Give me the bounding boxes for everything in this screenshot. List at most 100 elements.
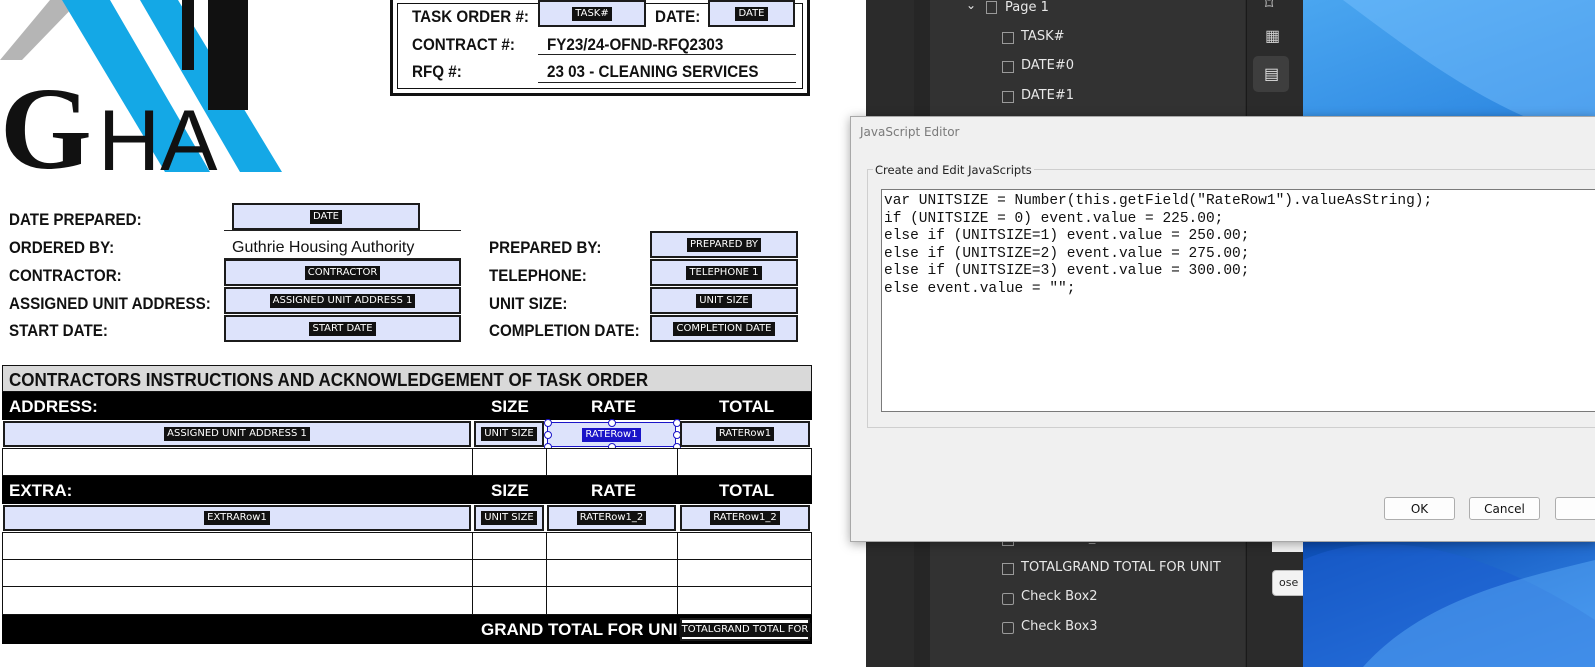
prepared-by-field[interactable]: PREPARED BY — [650, 231, 798, 258]
extra-row1-rate-field[interactable]: RATERow1_2 — [547, 505, 676, 531]
field-name-tag: UNIT SIZE — [481, 427, 537, 441]
tree-item-page-1[interactable]: Page 1 — [1005, 0, 1049, 15]
selection-handle[interactable] — [608, 419, 616, 427]
rfq-underline — [538, 82, 796, 83]
gha-logo: G HA — [0, 0, 282, 180]
rate-header: RATE — [591, 397, 637, 416]
contractor-field[interactable]: CONTRACTOR — [224, 259, 461, 286]
field-name-tag: ASSIGNED UNIT ADDRESS 1 — [164, 427, 310, 441]
telephone-field[interactable]: TELEPHONE 1 — [650, 259, 798, 286]
field-name-tag: PREPARED BY — [686, 237, 762, 252]
field-name-tag: RATERow1_2 — [576, 511, 647, 525]
date-prepared-field[interactable]: DATE — [232, 203, 420, 230]
table-cell — [2, 448, 473, 476]
document-icon: ▤ — [1264, 66, 1280, 83]
unit-size-label: UNIT SIZE: — [489, 295, 568, 313]
tree-item-date1[interactable]: DATE#1 — [1021, 88, 1074, 103]
table-cell — [546, 448, 678, 476]
tree-item-totalgrand[interactable]: TOTALGRAND TOTAL FOR UNIT — [1021, 560, 1221, 575]
extra-total-header: TOTAL — [719, 481, 775, 500]
javascript-editor-dialog: JavaScript Editor Create and Edit JavaSc… — [850, 116, 1595, 542]
row1-address-field[interactable]: ASSIGNED UNIT ADDRESS 1 — [3, 421, 471, 447]
tree-item-task[interactable]: TASK# — [1021, 29, 1065, 44]
tree-item-check-box3[interactable]: Check Box3 — [1021, 619, 1098, 634]
field-name-tag: CONTRACTOR — [304, 265, 381, 280]
table-cell — [677, 532, 812, 560]
table-cell — [546, 559, 678, 587]
selection-handle[interactable] — [544, 419, 552, 427]
date-field[interactable]: DATE — [708, 0, 795, 27]
tree-item-date0[interactable]: DATE#0 — [1021, 58, 1074, 73]
svg-text:G: G — [0, 63, 92, 180]
date-label: DATE: — [655, 8, 701, 26]
start-date-field[interactable]: START DATE — [224, 315, 461, 342]
table-cell — [677, 586, 812, 615]
contract-value: FY23/24-OFND-RFQ2303 — [547, 36, 724, 54]
field-name-tag: TOTALGRAND TOTAL FOR — [678, 622, 812, 637]
unit-size-field[interactable]: UNIT SIZE — [650, 287, 798, 314]
checkbox-icon — [1002, 622, 1014, 634]
javascript-group-label: Create and Edit JavaScripts — [873, 163, 1034, 177]
field-name-tag: RATERow1_2 — [710, 511, 780, 525]
table-cell — [677, 448, 812, 476]
address-header: ADDRESS: — [9, 397, 98, 416]
row1-size-field[interactable]: UNIT SIZE — [474, 421, 544, 447]
extra-size-header: SIZE — [491, 481, 529, 500]
form-canvas: G HA TASK ORDER #: TASK# DATE: DATE CONT… — [0, 0, 866, 667]
field-name-tag: TELEPHONE 1 — [686, 265, 762, 280]
contract-underline — [538, 54, 796, 55]
cancel-button[interactable]: Cancel — [1469, 497, 1540, 520]
edit-button-partial[interactable] — [1555, 497, 1595, 520]
ordered-by-label: ORDERED BY: — [9, 239, 115, 257]
page-icon — [986, 1, 997, 14]
selection-handle[interactable] — [544, 431, 552, 439]
completion-date-field[interactable]: COMPLETION DATE — [650, 315, 798, 342]
assigned-unit-address-field[interactable]: ASSIGNED UNIT ADDRESS 1 — [224, 287, 461, 314]
text-field-icon — [1002, 91, 1014, 103]
table-cell — [546, 586, 678, 615]
table-cell — [472, 448, 547, 476]
table-cell — [472, 559, 547, 587]
behind-close-label: ose — [1279, 576, 1299, 589]
address-header-bar — [2, 392, 812, 420]
rfq-value: 23 03 - CLEANING SERVICES — [547, 63, 759, 81]
extra-header: EXTRA: — [9, 481, 73, 500]
contractor-label: CONTRACTOR: — [9, 267, 122, 285]
completion-date-label: COMPLETION DATE: — [489, 322, 640, 340]
field-name-tag: RATERow1 — [582, 427, 641, 442]
ok-button[interactable]: OK — [1384, 497, 1455, 520]
dialog-title: JavaScript Editor — [860, 125, 960, 139]
rfq-label: RFQ #: — [412, 63, 462, 81]
start-date-label: START DATE: — [9, 322, 108, 340]
grid-icon[interactable]: ▦ — [1265, 26, 1280, 46]
checkbox-icon — [1002, 593, 1014, 605]
field-name-tag: COMPLETION DATE — [673, 321, 775, 336]
field-name-tag: DATE — [309, 209, 342, 224]
field-name-tag: RATERow1 — [715, 427, 775, 441]
field-name-tag: START DATE — [309, 321, 376, 336]
table-cell — [472, 586, 547, 615]
extra-row1-total-field[interactable]: RATERow1_2 — [680, 505, 810, 531]
table-cell — [472, 532, 547, 560]
task-number-field[interactable]: TASK# — [538, 0, 646, 27]
total-header: TOTAL — [719, 397, 775, 416]
grand-total-field[interactable]: TOTALGRAND TOTAL FOR — [678, 618, 812, 641]
javascript-code-editor[interactable]: var UNITSIZE = Number(this.getField("Rat… — [881, 189, 1595, 412]
field-name-tag: DATE — [735, 6, 768, 21]
field-name-tag: EXTRARow1 — [204, 511, 270, 525]
row1-total-field[interactable]: RATERow1 — [680, 421, 810, 447]
extra-row1-address-field[interactable]: EXTRARow1 — [3, 505, 471, 531]
table-cell — [677, 559, 812, 587]
text-field-icon — [1002, 61, 1014, 73]
field-name-tag: UNIT SIZE — [481, 511, 537, 525]
bookmark-icon[interactable]: ⌑ — [1265, 0, 1273, 14]
chevron-down-icon[interactable]: ⌄ — [966, 0, 976, 12]
form-fields-tool-button[interactable]: ▤ — [1253, 56, 1289, 92]
extra-row1-size-field[interactable]: UNIT SIZE — [474, 505, 544, 531]
extra-rate-header: RATE — [591, 481, 637, 500]
text-field-icon — [1002, 32, 1014, 44]
tree-item-check-box2[interactable]: Check Box2 — [1021, 589, 1098, 604]
size-header: SIZE — [491, 397, 529, 416]
grand-total-label: GRAND TOTAL FOR UNIT — [481, 620, 688, 639]
table-cell — [546, 532, 678, 560]
